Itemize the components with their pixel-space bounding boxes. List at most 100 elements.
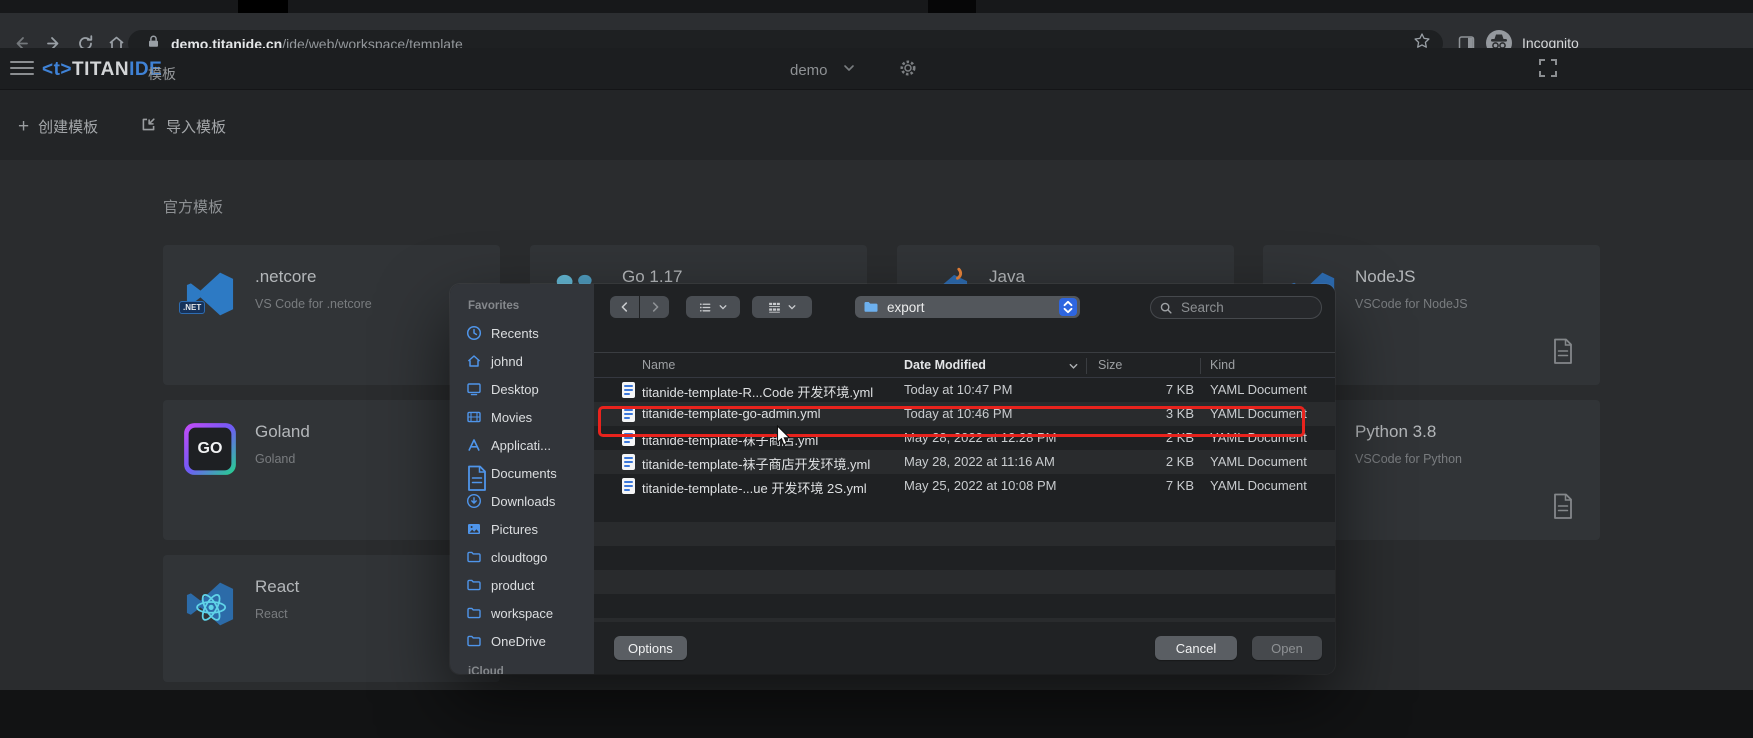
folder-icon [863,299,879,315]
file-kind: YAML Document [1210,478,1307,493]
column-kind[interactable]: Kind [1210,358,1235,372]
sidebar-item[interactable]: product [450,574,594,596]
sidebar-item[interactable]: Applicati... [450,434,594,456]
column-headers: Name Date Modified Size Kind [594,352,1335,378]
file-name: titanide-template-袜子商店开发环境.yml [642,454,870,473]
yaml-file-icon [622,454,635,470]
folder-icon [466,577,483,594]
sidebar-item[interactable]: Recents [450,322,594,344]
import-template-button[interactable]: 导入模板 [140,116,226,137]
location-label: export [887,300,925,315]
sidebar-item[interactable]: Desktop [450,378,594,400]
file-date: May 25, 2022 at 10:08 PM [904,478,1056,493]
card-title: Python 3.8 [1355,422,1436,442]
file-name: titanide-template-R...Code 开发环境.yml [642,382,873,401]
list-view-icon [698,300,713,315]
sidebar-item[interactable]: workspace [450,602,594,624]
card-subtitle: VS Code for .netcore [255,297,372,311]
page-title: 模板 [148,64,176,84]
dialog-toolbar: export [594,284,1335,330]
chevron-down-icon [787,302,797,312]
sidebar-item[interactable]: OneDrive [450,630,594,652]
back-button[interactable] [610,296,639,318]
dialog-sidebar: Favorites Recents johnd Desktop Movies [450,284,594,674]
options-button[interactable]: Options [614,636,687,660]
card-title: React [255,577,299,597]
template-action-bar [0,90,1753,160]
dialog-footer: Options Cancel Open [594,622,1335,674]
open-button[interactable]: Open [1252,636,1322,660]
file-size: 2 KB [1094,454,1194,469]
column-size[interactable]: Size [1098,358,1122,372]
card-subtitle: Goland [255,452,295,466]
fullscreen-icon[interactable] [1537,57,1559,79]
file-row[interactable]: titanide-template-袜子商店.yml May 28, 2022 … [594,426,1335,450]
sidebar-item[interactable]: Documents [450,462,594,484]
document-icon[interactable] [1552,338,1574,365]
folder-icon [466,549,483,566]
create-template-button[interactable]: + 创建模板 [18,116,98,137]
chevron-down-icon [842,61,856,80]
plus-icon: + [18,119,29,134]
browser-tab[interactable] [238,0,288,13]
document-icon[interactable] [1552,493,1574,520]
sidebar-item[interactable]: Downloads [450,490,594,512]
import-template-label: 导入模板 [166,116,226,137]
search-icon [1159,301,1173,315]
react-icon [183,577,237,631]
file-name: titanide-template-袜子商店.yml [642,430,818,449]
file-kind: YAML Document [1210,406,1307,421]
empty-rows-stripes [594,498,1335,622]
settings-gear-icon[interactable] [898,58,920,80]
section-title: 官方模板 [163,196,223,217]
file-row[interactable]: titanide-template-go-admin.yml Today at … [594,402,1335,426]
column-name[interactable]: Name [642,358,675,372]
card-subtitle: React [255,607,288,621]
menu-icon[interactable] [10,61,34,77]
file-row[interactable]: titanide-template-袜子商店开发环境.yml May 28, 2… [594,450,1335,474]
film-icon [466,409,483,426]
group-view-dropdown[interactable] [752,296,812,318]
file-size: 7 KB [1094,478,1194,493]
browser-toolbar: demo.titanide.cn/ide/web/workspace/templ… [0,13,1753,48]
file-date: May 28, 2022 at 11:16 AM [904,454,1055,469]
browser-tab[interactable] [928,0,976,13]
dialog-main: export Name Date Modified Size Kind [594,284,1335,674]
group-view-icon [767,300,782,315]
card-title: .netcore [255,267,316,287]
app-logo[interactable]: <t>TITANIDE [42,59,162,81]
workspace-name: demo [790,62,828,79]
card-title: NodeJS [1355,267,1415,287]
file-kind: YAML Document [1210,430,1307,445]
stepper-icon[interactable] [1059,298,1077,316]
sidebar-item[interactable]: cloudtogo [450,546,594,568]
search-input[interactable] [1179,299,1299,316]
file-size: 7 KB [1094,382,1194,397]
file-date: May 28, 2022 at 12:28 PM [904,430,1056,445]
card-subtitle: VSCode for Python [1355,452,1462,466]
download-icon [466,493,483,510]
browser-tab-strip [0,0,1753,13]
search-field[interactable] [1150,296,1322,319]
forward-button[interactable] [640,296,669,318]
cancel-button[interactable]: Cancel [1155,636,1237,660]
chevron-down-icon [718,302,728,312]
sidebar-item[interactable]: Pictures [450,518,594,540]
import-icon [140,116,157,137]
sidebar-item[interactable]: Movies [450,406,594,428]
screen: demo.titanide.cn/ide/web/workspace/templ… [0,0,1753,738]
file-row[interactable]: titanide-template-...ue 开发环境 2S.yml May … [594,474,1335,498]
create-template-label: 创建模板 [38,116,98,137]
yaml-file-icon [622,382,635,398]
sidebar-item[interactable]: johnd [450,350,594,372]
list-view-dropdown[interactable] [686,296,740,318]
folder-icon [466,633,483,650]
file-row[interactable]: titanide-template-R...Code 开发环境.yml Toda… [594,378,1335,402]
location-dropdown[interactable]: export [855,296,1080,318]
yaml-file-icon [622,478,635,494]
folder-icon [466,605,483,622]
icloud-heading: iCloud [450,666,594,674]
yaml-file-icon [622,406,635,422]
column-date-modified[interactable]: Date Modified [904,358,986,372]
workspace-selector[interactable]: demo [790,56,856,84]
